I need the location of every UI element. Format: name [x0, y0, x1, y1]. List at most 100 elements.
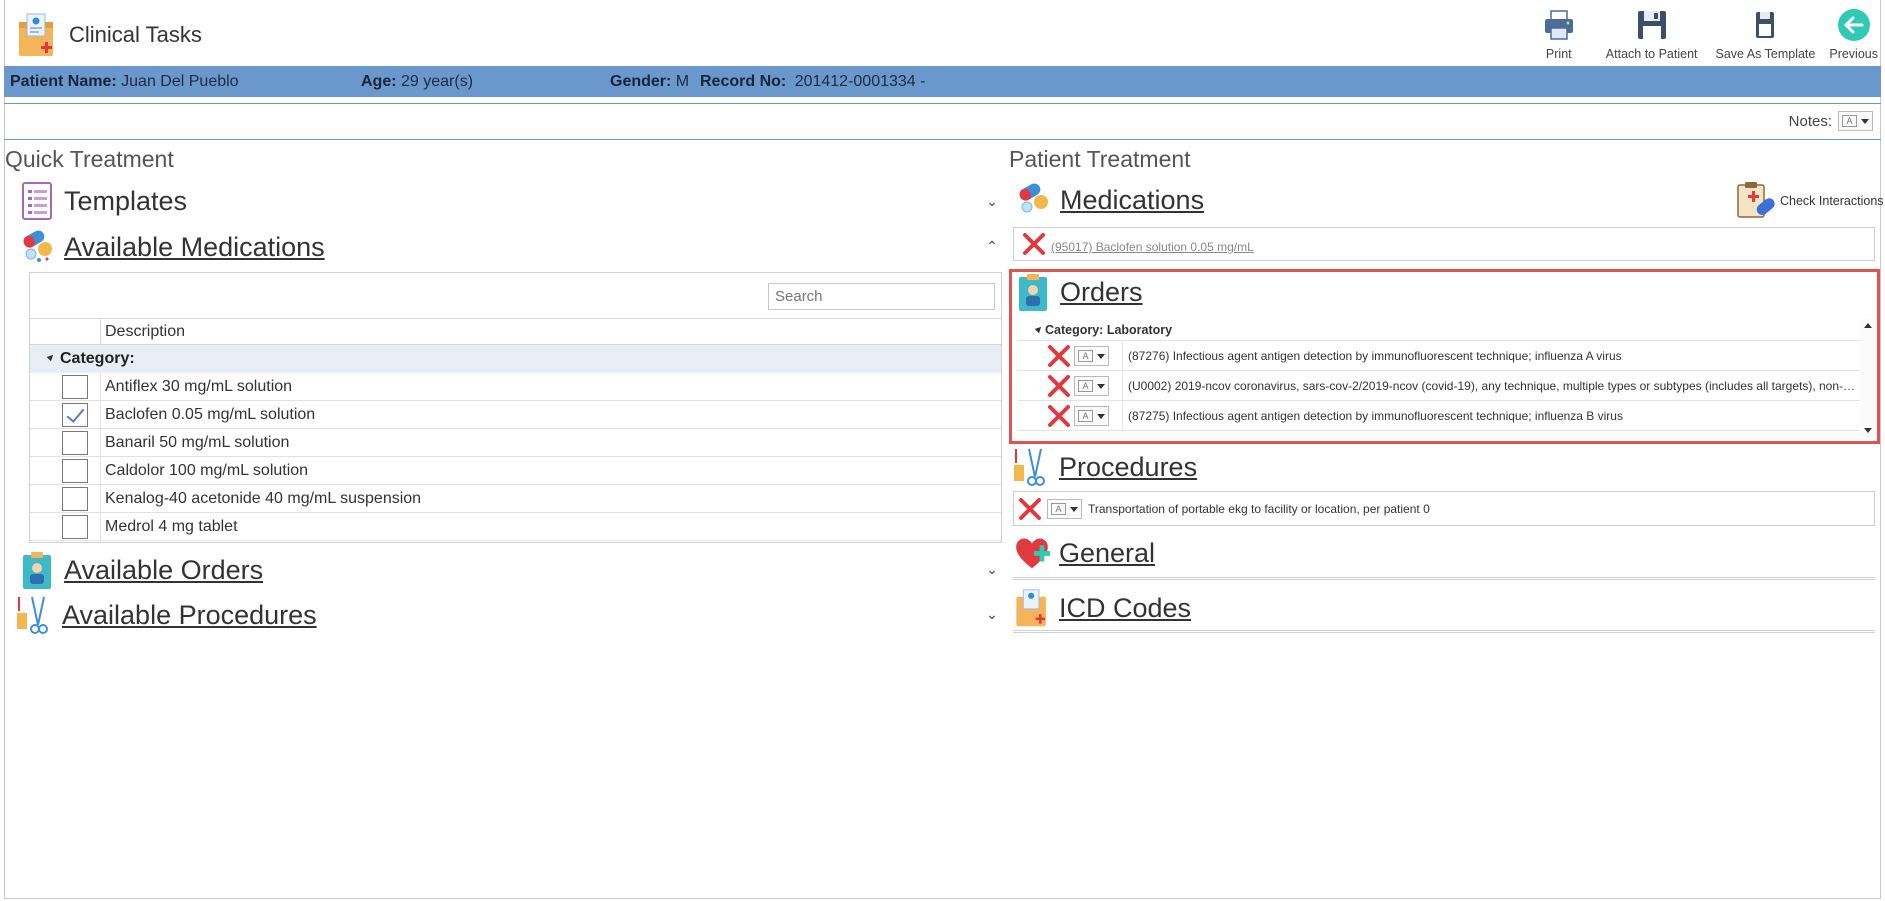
- medication-checkbox[interactable]: [62, 515, 88, 539]
- medication-checkbox[interactable]: [62, 375, 88, 399]
- patient-name: Patient Name: Juan Del Pueblo: [10, 73, 239, 91]
- procedures-title[interactable]: Procedures: [1059, 452, 1197, 483]
- clinical-folder-icon: [1013, 588, 1051, 628]
- chevron-down-icon[interactable]: ⌄: [985, 193, 999, 210]
- available-orders-section-header[interactable]: Available Orders: [18, 550, 263, 590]
- notes-dropdown[interactable]: A: [1838, 111, 1873, 131]
- template-document-icon: [18, 181, 56, 221]
- orders-highlight-box: [1009, 269, 1880, 444]
- patient-record-label: Record No:: [700, 73, 787, 90]
- medications-section-header[interactable]: Medications: [1014, 180, 1204, 220]
- patient-age: Age: 29 year(s): [361, 73, 473, 91]
- delete-icon[interactable]: [1022, 232, 1046, 256]
- medication-name: Antiflex 30 mg/mL solution: [105, 378, 293, 395]
- icd-codes-section-header[interactable]: ICD Codes: [1013, 588, 1191, 628]
- pills-icon: [18, 227, 56, 267]
- previous-button[interactable]: Previous: [1823, 0, 1884, 63]
- medication-item-link[interactable]: (95017) Baclofen solution 0.05 mg/mL: [1051, 240, 1254, 254]
- clipboard-doctor-icon: [18, 550, 56, 590]
- patient-name-value: Juan Del Pueblo: [121, 73, 239, 90]
- save-template-icon: [1748, 8, 1782, 42]
- templates-title: Templates: [64, 185, 188, 216]
- medication-checkbox[interactable]: [62, 403, 88, 427]
- medications-title[interactable]: Medications: [1060, 185, 1204, 216]
- medication-name: Medrol 4 mg tablet: [105, 518, 238, 535]
- note-icon: A: [1842, 115, 1857, 127]
- attach-to-patient-label: Attach to Patient: [1605, 47, 1698, 61]
- divider: [4, 103, 1881, 104]
- grid-header: Description: [30, 318, 1001, 346]
- patient-record-value: 201412-0001334 -: [794, 73, 926, 90]
- floppy-disk-icon: [1635, 8, 1669, 42]
- surgical-tools-icon: [1013, 447, 1051, 487]
- patient-gender-label: Gender:: [610, 73, 672, 90]
- general-section-header[interactable]: General: [1013, 533, 1155, 573]
- category-label: Category:: [60, 350, 135, 367]
- notes-control: Notes: A: [1789, 111, 1873, 131]
- note-icon: A: [1051, 503, 1066, 515]
- patient-gender: Gender: M: [610, 73, 689, 91]
- procedure-item: Transportation of portable ekg to facili…: [1088, 502, 1430, 516]
- available-medications-title[interactable]: Available Medications: [64, 232, 325, 263]
- icd-codes-title[interactable]: ICD Codes: [1059, 593, 1191, 624]
- general-list: [1013, 577, 1875, 580]
- page-title: Clinical Tasks: [69, 22, 202, 47]
- medications-list: (95017) Baclofen solution 0.05 mg/mL: [1013, 227, 1875, 261]
- notes-label: Notes:: [1788, 112, 1832, 130]
- medication-row[interactable]: Baclofen 0.05 mg/mL solution: [30, 401, 1001, 429]
- medication-checkbox[interactable]: [62, 459, 88, 483]
- medication-row[interactable]: Medrol 4 mg tablet: [30, 513, 1001, 541]
- medication-row[interactable]: Kenalog-40 acetonide 40 mg/mL suspension: [30, 485, 1001, 513]
- clipboard-pill-icon: [1736, 181, 1778, 221]
- check-interactions-label: Check Interactions: [1780, 194, 1884, 208]
- icd-codes-list: [1013, 630, 1875, 633]
- pills-icon: [1014, 180, 1052, 220]
- category-group-row[interactable]: Category:: [30, 345, 1001, 373]
- collapse-triangle-icon[interactable]: [46, 352, 56, 362]
- print-button[interactable]: Print: [1536, 0, 1582, 63]
- medication-row[interactable]: Antiflex 30 mg/mL solution: [30, 373, 1001, 401]
- medication-row[interactable]: Caldolor 100 mg/mL solution: [30, 457, 1001, 485]
- medication-name: Kenalog-40 acetonide 40 mg/mL suspension: [105, 490, 422, 507]
- medication-row[interactable]: Banaril 50 mg/mL solution: [30, 429, 1001, 457]
- chevron-down-icon[interactable]: ⌄: [985, 561, 999, 578]
- available-medications-grid: Description Category: Antiflex 30 mg/mL …: [29, 272, 1002, 543]
- search-input[interactable]: [768, 283, 995, 310]
- available-procedures-title[interactable]: Available Procedures: [62, 600, 317, 631]
- chevron-down-icon[interactable]: ⌄: [985, 606, 999, 623]
- available-medications-section-header[interactable]: Available Medications: [18, 227, 325, 267]
- delete-icon[interactable]: [1018, 497, 1042, 521]
- procedure-note-dropdown[interactable]: A: [1047, 499, 1082, 519]
- toolbar: Print Attach to Patient Save As Template…: [1536, 0, 1885, 65]
- medication-checkbox[interactable]: [62, 431, 88, 455]
- patient-name-label: Patient Name:: [10, 73, 117, 90]
- medication-checkbox[interactable]: [62, 487, 88, 511]
- printer-icon: [1542, 8, 1576, 42]
- save-as-template-label: Save As Template: [1715, 47, 1816, 61]
- chevron-down-icon: [1861, 118, 1869, 124]
- patient-age-label: Age:: [361, 73, 397, 90]
- print-label: Print: [1545, 47, 1572, 61]
- medication-name: Banaril 50 mg/mL solution: [105, 434, 290, 451]
- divider: [4, 139, 1881, 140]
- check-interactions-button[interactable]: Check Interactions: [1736, 181, 1884, 221]
- procedures-section-header[interactable]: Procedures: [1013, 447, 1197, 487]
- chevron-down-icon: [1070, 506, 1078, 512]
- available-procedures-section-header[interactable]: Available Procedures: [16, 595, 317, 635]
- clinical-folder-icon: [17, 12, 57, 58]
- save-as-template-button[interactable]: Save As Template: [1710, 0, 1822, 63]
- medication-name: Caldolor 100 mg/mL solution: [105, 462, 309, 479]
- chevron-up-icon[interactable]: ⌃: [985, 238, 999, 255]
- medication-name: Baclofen 0.05 mg/mL solution: [105, 406, 316, 423]
- general-title[interactable]: General: [1059, 538, 1155, 569]
- patient-gender-value: M: [675, 73, 690, 90]
- available-orders-title[interactable]: Available Orders: [64, 555, 263, 586]
- patient-treatment-title: Patient Treatment: [1009, 146, 1191, 172]
- templates-section-header[interactable]: Templates: [18, 181, 187, 221]
- procedures-list: A Transportation of portable ekg to faci…: [1013, 491, 1875, 526]
- patient-info-bar: Patient Name: Juan Del Pueblo Age: 29 ye…: [4, 66, 1881, 97]
- quick-treatment-title: Quick Treatment: [5, 146, 174, 172]
- attach-to-patient-button[interactable]: Attach to Patient: [1600, 0, 1704, 63]
- arrow-left-circle-icon: [1837, 8, 1871, 42]
- column-header-description[interactable]: Description: [105, 323, 185, 341]
